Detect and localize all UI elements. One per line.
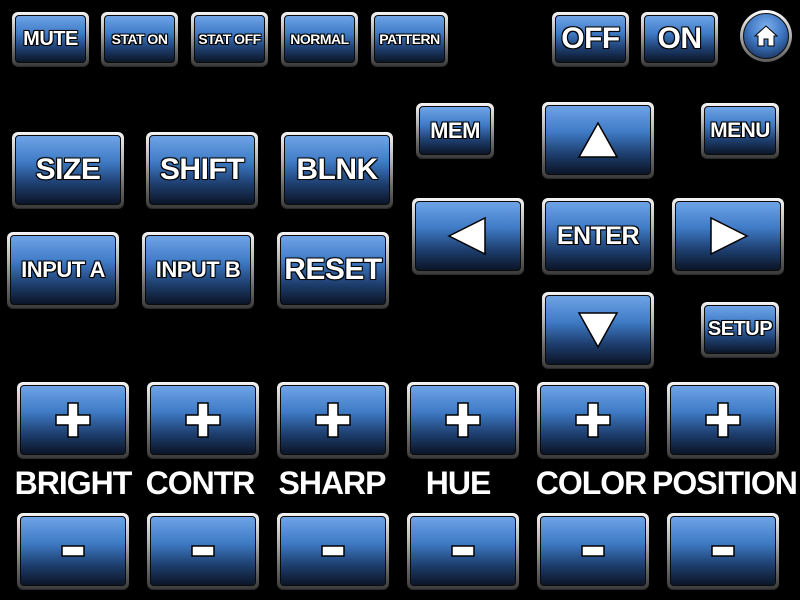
- plus-icon: [150, 385, 256, 455]
- stat-on-label: STAT ON: [104, 15, 175, 63]
- mem-button[interactable]: MEM: [416, 103, 494, 158]
- stat-off-label: STAT OFF: [194, 15, 265, 63]
- minus-icon: [540, 516, 646, 586]
- sharp-label: SHARP: [278, 465, 386, 501]
- hue-minus-button[interactable]: [407, 513, 519, 589]
- input-a-label: INPUT A: [10, 235, 116, 305]
- contr-plus-button[interactable]: [147, 382, 259, 458]
- minus-icon: [410, 516, 516, 586]
- plus-icon: [280, 385, 386, 455]
- pattern-label: PATTERN: [374, 15, 445, 63]
- up-button[interactable]: [542, 102, 654, 178]
- input-b-label: INPUT B: [145, 235, 251, 305]
- plus-icon: [670, 385, 776, 455]
- bright-label: BRIGHT: [14, 465, 133, 501]
- off-button[interactable]: OFF: [552, 12, 629, 66]
- contr-minus-button[interactable]: [147, 513, 259, 589]
- position-plus-button[interactable]: [667, 382, 779, 458]
- setup-label: SETUP: [704, 305, 776, 354]
- shift-label: SHIFT: [149, 135, 255, 205]
- down-button[interactable]: [542, 292, 654, 368]
- home-icon: [743, 13, 789, 59]
- position-minus-button[interactable]: [667, 513, 779, 589]
- color-minus-button[interactable]: [537, 513, 649, 589]
- left-arrow-icon: [415, 201, 521, 271]
- reset-button[interactable]: RESET: [277, 232, 389, 308]
- size-button[interactable]: SIZE: [12, 132, 124, 208]
- plus-icon: [410, 385, 516, 455]
- bright-minus-button[interactable]: [17, 513, 129, 589]
- minus-icon: [280, 516, 386, 586]
- bright-plus-button[interactable]: [17, 382, 129, 458]
- pattern-button[interactable]: PATTERN: [371, 12, 448, 66]
- home-button[interactable]: [740, 10, 792, 62]
- setup-button[interactable]: SETUP: [701, 302, 779, 357]
- color-label: COLOR: [535, 465, 648, 501]
- hue-label: HUE: [425, 465, 492, 501]
- plus-icon: [20, 385, 126, 455]
- blnk-label: BLNK: [284, 135, 390, 205]
- shift-button[interactable]: SHIFT: [146, 132, 258, 208]
- up-arrow-icon: [545, 105, 651, 175]
- minus-icon: [150, 516, 256, 586]
- menu-button[interactable]: MENU: [701, 103, 779, 158]
- enter-label: ENTER: [545, 201, 651, 271]
- plus-icon: [540, 385, 646, 455]
- left-button[interactable]: [412, 198, 524, 274]
- contr-label: CONTR: [145, 465, 256, 501]
- color-plus-button[interactable]: [537, 382, 649, 458]
- right-button[interactable]: [672, 198, 784, 274]
- reset-label: RESET: [280, 235, 386, 305]
- minus-icon: [670, 516, 776, 586]
- on-label: ON: [644, 15, 715, 63]
- input-a-button[interactable]: INPUT A: [7, 232, 119, 308]
- stat-off-button[interactable]: STAT OFF: [191, 12, 268, 66]
- blnk-button[interactable]: BLNK: [281, 132, 393, 208]
- mute-label: MUTE: [15, 15, 86, 63]
- minus-icon: [20, 516, 126, 586]
- sharp-minus-button[interactable]: [277, 513, 389, 589]
- right-arrow-icon: [675, 201, 781, 271]
- size-label: SIZE: [15, 135, 121, 205]
- enter-button[interactable]: ENTER: [542, 198, 654, 274]
- sharp-plus-button[interactable]: [277, 382, 389, 458]
- hue-plus-button[interactable]: [407, 382, 519, 458]
- mem-label: MEM: [419, 106, 491, 155]
- on-button[interactable]: ON: [641, 12, 718, 66]
- stat-on-button[interactable]: STAT ON: [101, 12, 178, 66]
- menu-label: MENU: [704, 106, 776, 155]
- normal-label: NORMAL: [284, 15, 355, 63]
- down-arrow-icon: [545, 295, 651, 365]
- mute-button[interactable]: MUTE: [12, 12, 89, 66]
- position-label: POSITION: [652, 465, 798, 501]
- off-label: OFF: [555, 15, 626, 63]
- normal-button[interactable]: NORMAL: [281, 12, 358, 66]
- input-b-button[interactable]: INPUT B: [142, 232, 254, 308]
